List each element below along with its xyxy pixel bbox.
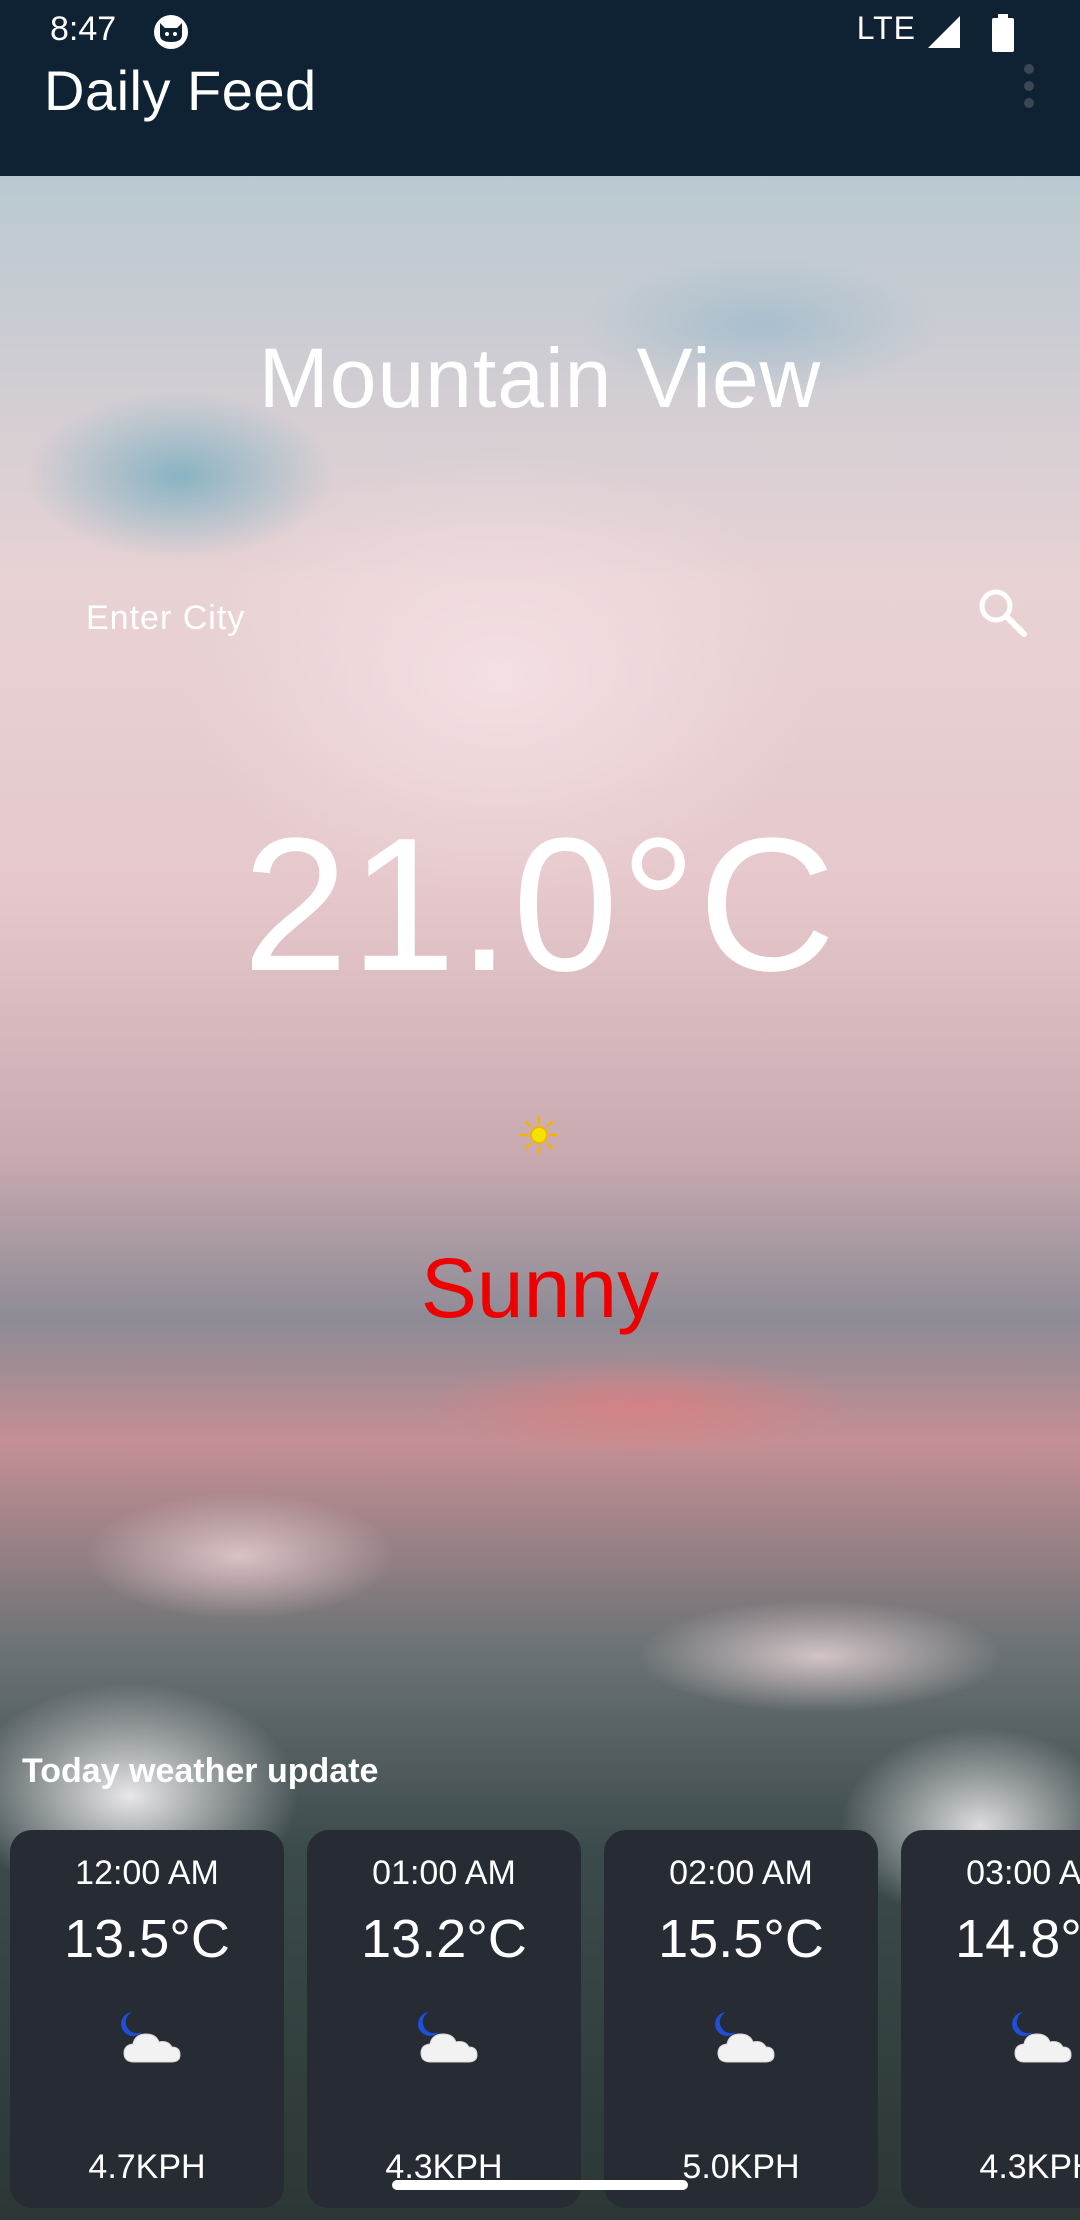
city-search-input[interactable]: [86, 590, 926, 646]
hourly-time: 01:00 AM: [372, 1854, 516, 1892]
search-icon[interactable]: [975, 585, 1029, 639]
hourly-wind: 4.3KPH: [979, 2148, 1080, 2186]
battery-icon: [992, 14, 1014, 52]
notification-cat-icon: [154, 15, 188, 49]
hourly-forecast-list[interactable]: 12:00 AM 13.5°C 4.7KPH 01:00 AM 13.2°C 4…: [10, 1830, 1080, 2210]
hourly-time: 12:00 AM: [75, 1854, 219, 1892]
sun-icon: [520, 1116, 558, 1154]
current-temperature: 21.0°C: [242, 799, 838, 1011]
status-time: 8:47: [50, 10, 117, 48]
hourly-wind: 4.7KPH: [88, 2148, 206, 2186]
status-bar: 8:47 LTE: [0, 0, 1080, 66]
more-vert-icon[interactable]: [1024, 64, 1036, 116]
app-title: Daily Feed: [44, 59, 317, 122]
weather-condition: Sunny: [420, 1241, 660, 1335]
hourly-card[interactable]: 01:00 AM 13.2°C 4.3KPH: [307, 1830, 581, 2208]
hourly-temperature: 14.8°C: [955, 1909, 1080, 1969]
night-cloud-icon: [418, 2012, 478, 2063]
city-name: Mountain View: [258, 331, 822, 425]
signal-icon: [928, 16, 960, 48]
hourly-card[interactable]: 03:00 AM 14.8°C 4.3KPH: [901, 1830, 1080, 2208]
night-cloud-icon: [1012, 2012, 1072, 2063]
hourly-temperature: 13.2°C: [361, 1909, 527, 1969]
app-screen: 8:47 LTE Daily Feed Mountain View Enter …: [0, 0, 1080, 2220]
hourly-temperature: 13.5°C: [64, 1909, 230, 1969]
hourly-temperature: 15.5°C: [658, 1909, 824, 1969]
top-app-bar: 8:47 LTE Daily Feed: [0, 0, 1080, 176]
gesture-home-bar[interactable]: [392, 2180, 688, 2190]
network-type: LTE: [856, 10, 916, 46]
hourly-time: 03:00 AM: [966, 1854, 1080, 1892]
night-cloud-icon: [715, 2012, 775, 2063]
hourly-time: 02:00 AM: [669, 1854, 813, 1892]
hourly-card[interactable]: 12:00 AM 13.5°C 4.7KPH: [10, 1830, 284, 2208]
hourly-card[interactable]: 02:00 AM 15.5°C 5.0KPH: [604, 1830, 878, 2208]
hourly-section-title: Today weather update: [22, 1752, 379, 1790]
night-cloud-icon: [121, 2012, 181, 2063]
